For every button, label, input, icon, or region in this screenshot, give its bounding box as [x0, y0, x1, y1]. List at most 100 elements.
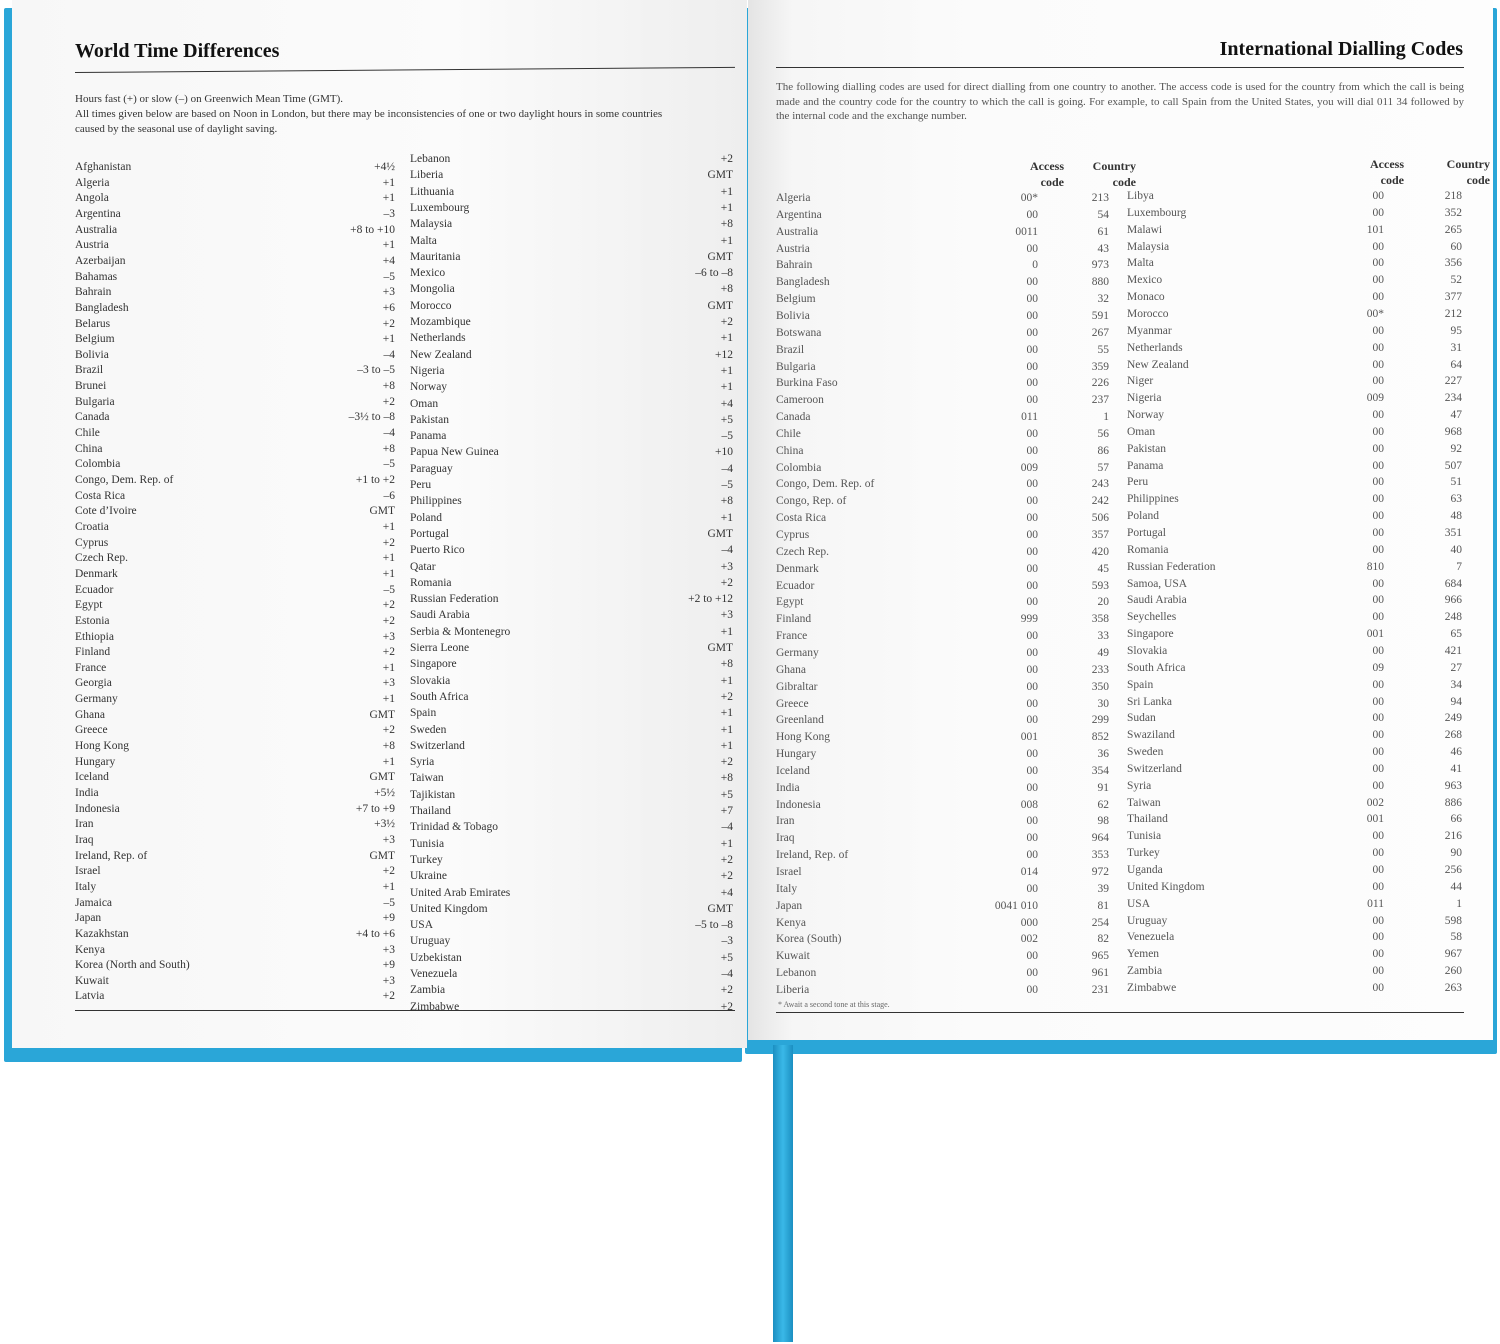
title-rule: [776, 67, 1464, 68]
time-row: Algeria +1: [75, 177, 395, 193]
access-code: 00: [1372, 981, 1385, 994]
time-difference: +10: [715, 446, 733, 459]
dialling-row: United Kingdom 00 44: [776, 881, 1464, 898]
time-row: United Arab Emirates +4: [410, 887, 733, 903]
time-row: Denmark +1: [75, 568, 395, 584]
country-name: Peru: [1127, 476, 1149, 489]
dialling-row: Uganda 00 256: [776, 864, 1464, 881]
time-row: Malta +1: [410, 235, 733, 251]
country-code: 90: [1450, 847, 1463, 860]
country-name: Singapore: [1127, 628, 1174, 641]
time-row: Congo, Dem. Rep. of +1 to +2: [75, 474, 395, 490]
country-name: Kazakhstan: [75, 927, 129, 940]
dialling-row: Sweden 00 46: [776, 746, 1464, 763]
country-name: Japan: [75, 912, 102, 925]
country-name: Papua New Guinea: [410, 446, 499, 459]
country-name: Jamaica: [75, 896, 113, 909]
time-difference: +8: [720, 772, 733, 785]
dialling-row: Spain 00 34: [776, 679, 1464, 696]
country-code: 263: [1444, 981, 1462, 994]
time-row: Portugal GMT: [410, 528, 733, 544]
dialling-row: Nigeria 009 234: [776, 392, 1464, 409]
country-name: Tunisia: [410, 837, 445, 850]
dialling-row: Turkey 00 90: [776, 847, 1464, 864]
dialling-row: Netherlands 00 31: [776, 342, 1464, 359]
time-row: Australia +8 to +10: [75, 224, 395, 240]
time-difference: +5½: [374, 787, 395, 799]
time-row: Mauritania GMT: [410, 251, 733, 267]
time-row: Switzerland +1: [410, 740, 733, 756]
time-difference: +8: [720, 283, 733, 296]
time-difference: +4 to +6: [355, 927, 395, 940]
bookmark-ribbon: [773, 1045, 793, 1342]
access-code: 00: [1372, 644, 1385, 657]
dialling-row: Uruguay 00 598: [776, 915, 1464, 932]
time-difference: +4½: [374, 161, 395, 173]
time-difference: +3: [382, 943, 395, 956]
time-difference: +1: [382, 520, 395, 533]
access-code: 00: [1372, 594, 1385, 607]
time-difference: –6 to –8: [695, 267, 733, 280]
country-name: Spain: [1127, 678, 1154, 691]
time-difference: +1: [382, 333, 395, 346]
dialling-row: Poland 00 48: [776, 510, 1464, 527]
intro-line: All times given below are based on Noon …: [75, 108, 663, 120]
country-code: 684: [1444, 577, 1462, 590]
country-code: 227: [1444, 375, 1462, 388]
access-code: 00: [1372, 240, 1385, 253]
country-name: Costa Rica: [75, 489, 126, 502]
intro-line: caused by the seasonal use of daylight s…: [75, 123, 278, 135]
header-line: code: [1380, 173, 1404, 187]
country-name: Georgia: [75, 677, 112, 690]
time-difference: +1: [382, 661, 395, 674]
time-row: France +1: [75, 662, 395, 678]
time-row: Kuwait +3: [75, 975, 395, 991]
time-row: Ghana GMT: [75, 709, 395, 725]
country-name: Russian Federation: [1127, 560, 1216, 573]
country-name: Hong Kong: [75, 740, 129, 753]
access-code: 00: [1372, 324, 1385, 337]
country-name: France: [75, 661, 107, 674]
dialling-row: New Zealand 00 64: [776, 359, 1464, 376]
country-code: 27: [1450, 661, 1463, 674]
time-difference: +12: [715, 348, 733, 361]
access-code: 00: [1372, 190, 1385, 202]
country-code: 44: [1450, 880, 1463, 893]
country-name: Norway: [1127, 409, 1165, 422]
country-name: Argentina: [75, 207, 121, 220]
time-row: Hungary +1: [75, 756, 395, 772]
time-row: Thailand +7: [410, 805, 733, 821]
country-name: Bangladesh: [75, 301, 129, 314]
country-code: 65: [1450, 628, 1463, 641]
footnote: * Await a second tone at this stage.: [778, 1000, 890, 1009]
time-row: Ukraine +2: [410, 870, 733, 886]
country-name: Latvia: [75, 990, 105, 1003]
time-difference: +8: [382, 740, 395, 753]
country-name: Angola: [75, 192, 109, 205]
time-row: Nigeria +1: [410, 365, 733, 381]
time-difference: +1: [720, 837, 733, 850]
time-row: Brazil –3 to –5: [75, 364, 395, 380]
access-code: 00: [1372, 476, 1385, 489]
dialling-row: Syria 00 963: [776, 780, 1464, 797]
time-difference: +2: [720, 316, 733, 328]
time-difference: GMT: [707, 902, 733, 915]
time-difference: +8: [720, 495, 733, 508]
time-difference: +8 to +10: [350, 223, 395, 236]
dialling-row: Thailand 001 66: [776, 813, 1464, 830]
time-difference: –5: [721, 479, 734, 491]
country-name: Luxembourg: [410, 201, 470, 214]
country-code: 63: [1450, 493, 1463, 506]
dialling-row: South Africa 09 27: [776, 662, 1464, 679]
country-name: Australia: [75, 223, 118, 236]
time-row: Georgia +3: [75, 677, 395, 693]
time-difference: +3: [720, 609, 733, 622]
country-code: 249: [1444, 712, 1462, 725]
time-row: Oman +4: [410, 398, 733, 414]
country-code: 352: [1444, 206, 1462, 219]
time-row: Cote d’Ivoire GMT: [75, 505, 395, 521]
dialling-codes-table: Access code Country code Access code Cou…: [776, 157, 1490, 1008]
country-name: Malta: [1127, 257, 1154, 270]
time-row: Liberia GMT: [410, 169, 733, 185]
dialling-row: Malta 00 356: [776, 257, 1464, 274]
